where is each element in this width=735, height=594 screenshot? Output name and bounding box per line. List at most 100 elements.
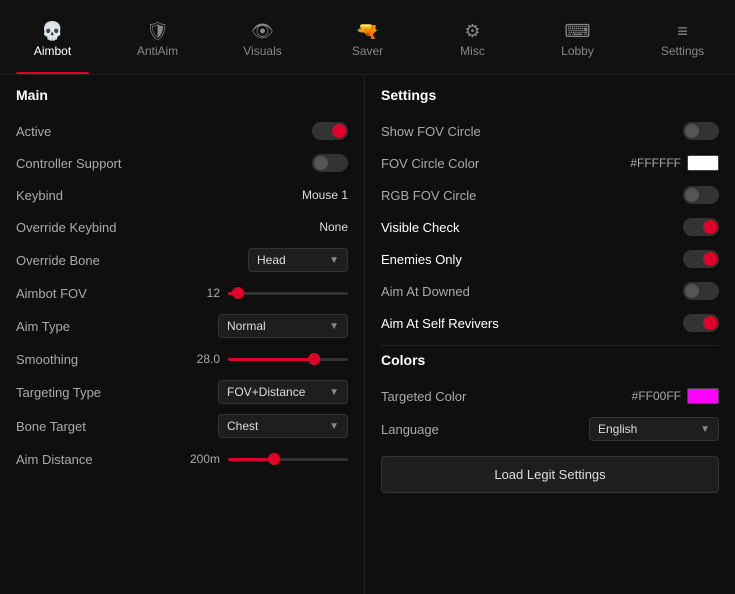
label-aim-at-downed: Aim At Downed bbox=[381, 284, 470, 299]
label-rgb-fov-circle: RGB FOV Circle bbox=[381, 188, 476, 203]
toggle-visible-check[interactable] bbox=[683, 218, 719, 236]
row-aim-type: Aim Type Normal ▼ bbox=[16, 309, 348, 343]
row-language: Language English ▼ bbox=[381, 412, 719, 446]
row-targeted-color: Targeted Color #FF00FF bbox=[381, 380, 719, 412]
row-fov-circle-color: FOV Circle Color #FFFFFF bbox=[381, 147, 719, 179]
dropdown-targeting-type[interactable]: FOV+Distance ▼ bbox=[218, 380, 348, 404]
label-enemies-only: Enemies Only bbox=[381, 252, 462, 267]
nav-item-visuals[interactable]: 👁 Visuals bbox=[210, 0, 315, 74]
slider-row-aimbot-fov: 12 bbox=[190, 286, 348, 300]
nav-label-aimbot: Aimbot bbox=[34, 44, 71, 58]
nav-item-antiAim[interactable]: 🛡 AntiAim bbox=[105, 0, 210, 74]
label-aim-at-self-revivers: Aim At Self Revivers bbox=[381, 316, 499, 331]
label-controller-support: Controller Support bbox=[16, 156, 122, 171]
label-fov-circle-color: FOV Circle Color bbox=[381, 156, 479, 171]
targeted-color-swatch[interactable] bbox=[687, 388, 719, 404]
label-targeting-type: Targeting Type bbox=[16, 385, 101, 400]
label-targeted-color: Targeted Color bbox=[381, 389, 466, 404]
row-enemies-only: Enemies Only bbox=[381, 243, 719, 275]
nav-item-aimbot[interactable]: 💀 Aimbot bbox=[0, 0, 105, 74]
load-legit-settings-button[interactable]: Load Legit Settings bbox=[381, 456, 719, 493]
dropdown-override-bone[interactable]: Head ▼ bbox=[248, 248, 348, 272]
chevron-down-icon: ▼ bbox=[700, 424, 710, 435]
chevron-down-icon: ▼ bbox=[329, 421, 339, 432]
chevron-down-icon: ▼ bbox=[329, 387, 339, 398]
row-controller-support: Controller Support bbox=[16, 147, 348, 179]
fov-circle-color-swatch-row: #FFFFFF bbox=[630, 155, 719, 171]
toggle-controller-support[interactable] bbox=[312, 154, 348, 172]
label-show-fov-circle: Show FOV Circle bbox=[381, 124, 481, 139]
toggle-rgb-fov-circle[interactable] bbox=[683, 186, 719, 204]
label-visible-check: Visible Check bbox=[381, 220, 460, 235]
label-override-keybind: Override Keybind bbox=[16, 220, 116, 235]
settings-icon: ≡ bbox=[677, 22, 688, 40]
label-smoothing: Smoothing bbox=[16, 352, 78, 367]
keybind-value[interactable]: Mouse 1 bbox=[302, 188, 348, 202]
dropdown-targeting-type-value: FOV+Distance bbox=[227, 385, 305, 399]
divider bbox=[381, 345, 719, 346]
toggle-aim-at-downed[interactable] bbox=[683, 282, 719, 300]
right-section-title: Settings bbox=[381, 87, 719, 103]
targeted-color-hex: #FF00FF bbox=[632, 389, 681, 403]
lobby-icon: ⌨ bbox=[565, 22, 591, 40]
smoothing-value: 28.0 bbox=[190, 352, 220, 366]
left-section-title: Main bbox=[16, 87, 348, 103]
aim-distance-track[interactable] bbox=[228, 458, 348, 461]
misc-icon: ⚙ bbox=[464, 22, 480, 40]
antiaim-icon: 🛡 bbox=[146, 22, 169, 40]
nav-bar: 💀 Aimbot 🛡 AntiAim 👁 Visuals 🔫 Saver ⚙ M… bbox=[0, 0, 735, 75]
nav-label-visuals: Visuals bbox=[243, 44, 281, 58]
chevron-down-icon: ▼ bbox=[329, 255, 339, 266]
nav-item-settings[interactable]: ≡ Settings bbox=[630, 0, 735, 74]
label-aim-distance: Aim Distance bbox=[16, 452, 93, 467]
dropdown-aim-type[interactable]: Normal ▼ bbox=[218, 314, 348, 338]
targeted-color-swatch-row: #FF00FF bbox=[632, 388, 719, 404]
row-smoothing: Smoothing 28.0 bbox=[16, 343, 348, 375]
nav-label-misc: Misc bbox=[460, 44, 485, 58]
nav-label-lobby: Lobby bbox=[561, 44, 594, 58]
dropdown-language[interactable]: English ▼ bbox=[589, 417, 719, 441]
aimbot-fov-track[interactable] bbox=[228, 292, 348, 295]
dropdown-override-bone-value: Head bbox=[257, 253, 286, 267]
right-panel: Settings Show FOV Circle FOV Circle Colo… bbox=[365, 75, 735, 594]
content: Main Active Controller Support Keybind M… bbox=[0, 75, 735, 594]
slider-row-aim-distance: 200m bbox=[190, 452, 348, 466]
colors-section-title: Colors bbox=[381, 352, 719, 368]
dropdown-aim-type-value: Normal bbox=[227, 319, 266, 333]
aim-distance-value: 200m bbox=[190, 452, 220, 466]
row-aim-distance: Aim Distance 200m bbox=[16, 443, 348, 475]
nav-item-saver[interactable]: 🔫 Saver bbox=[315, 0, 420, 74]
chevron-down-icon: ▼ bbox=[329, 321, 339, 332]
label-active: Active bbox=[16, 124, 51, 139]
smoothing-track[interactable] bbox=[228, 358, 348, 361]
aimbot-fov-value: 12 bbox=[190, 286, 220, 300]
row-targeting-type: Targeting Type FOV+Distance ▼ bbox=[16, 375, 348, 409]
dropdown-bone-target-value: Chest bbox=[227, 419, 258, 433]
toggle-show-fov-circle[interactable] bbox=[683, 122, 719, 140]
toggle-active[interactable] bbox=[312, 122, 348, 140]
aimbot-icon: 💀 bbox=[41, 22, 63, 40]
dropdown-bone-target[interactable]: Chest ▼ bbox=[218, 414, 348, 438]
toggle-enemies-only[interactable] bbox=[683, 250, 719, 268]
nav-item-misc[interactable]: ⚙ Misc bbox=[420, 0, 525, 74]
row-rgb-fov-circle: RGB FOV Circle bbox=[381, 179, 719, 211]
visuals-icon: 👁 bbox=[251, 22, 274, 40]
label-aimbot-fov: Aimbot FOV bbox=[16, 286, 87, 301]
label-keybind: Keybind bbox=[16, 188, 63, 203]
row-aim-at-self-revivers: Aim At Self Revivers bbox=[381, 307, 719, 339]
nav-label-saver: Saver bbox=[352, 44, 383, 58]
row-keybind: Keybind Mouse 1 bbox=[16, 179, 348, 211]
dropdown-language-value: English bbox=[598, 422, 637, 436]
override-keybind-value[interactable]: None bbox=[319, 220, 348, 234]
nav-label-settings: Settings bbox=[661, 44, 704, 58]
row-show-fov-circle: Show FOV Circle bbox=[381, 115, 719, 147]
row-bone-target: Bone Target Chest ▼ bbox=[16, 409, 348, 443]
label-language: Language bbox=[381, 422, 439, 437]
label-override-bone: Override Bone bbox=[16, 253, 100, 268]
row-aimbot-fov: Aimbot FOV 12 bbox=[16, 277, 348, 309]
label-bone-target: Bone Target bbox=[16, 419, 86, 434]
saver-icon: 🔫 bbox=[356, 22, 378, 40]
fov-circle-color-swatch[interactable] bbox=[687, 155, 719, 171]
nav-item-lobby[interactable]: ⌨ Lobby bbox=[525, 0, 630, 74]
toggle-aim-at-self-revivers[interactable] bbox=[683, 314, 719, 332]
